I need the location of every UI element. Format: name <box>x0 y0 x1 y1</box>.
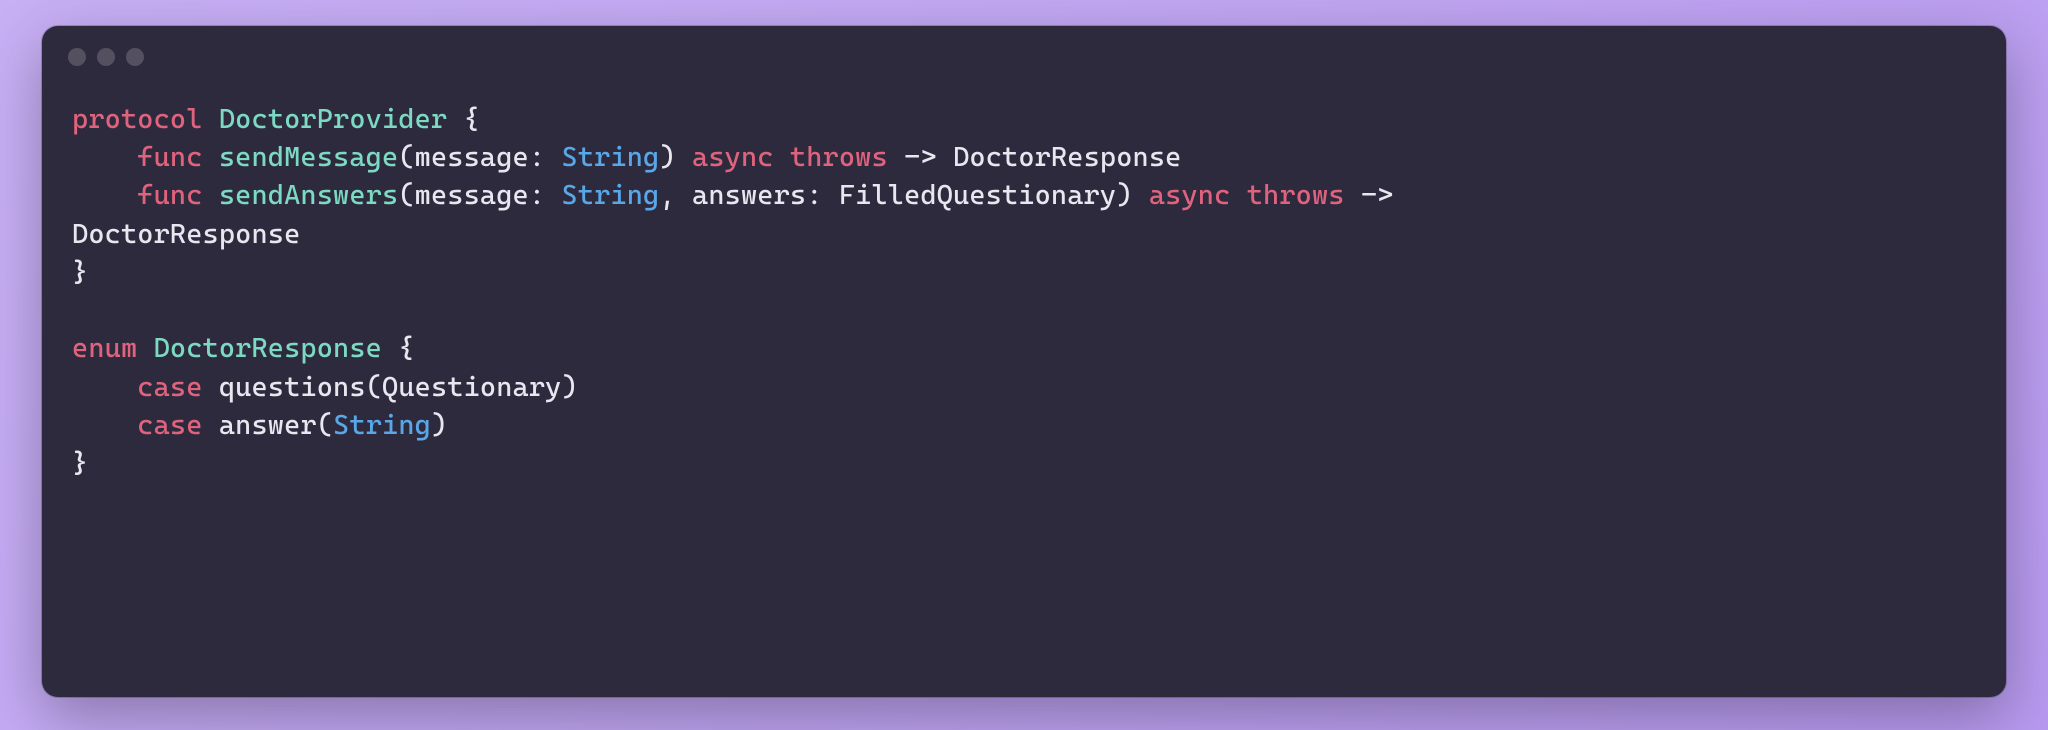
paren-close: ) <box>561 371 577 403</box>
paren-close: ) <box>659 141 692 173</box>
keyword-func: func <box>137 141 202 173</box>
indent <box>72 371 137 403</box>
param-label: message <box>415 141 529 173</box>
paren-close: ) <box>431 409 447 441</box>
indent <box>72 179 137 211</box>
keyword-case: case <box>137 371 202 403</box>
window-titlebar <box>42 26 2006 76</box>
type-name: DoctorProvider <box>219 103 447 135</box>
arrow: -> <box>1345 179 1410 211</box>
brace-open: { <box>382 332 415 364</box>
param-type: FilledQuestionary <box>839 179 1116 211</box>
code-window: protocol DoctorProvider { func sendMessa… <box>42 26 2006 697</box>
traffic-light-close-icon[interactable] <box>68 48 86 66</box>
keyword-enum: enum <box>72 332 137 364</box>
traffic-light-zoom-icon[interactable] <box>126 48 144 66</box>
traffic-light-minimize-icon[interactable] <box>97 48 115 66</box>
brace-close: } <box>72 447 88 479</box>
paren-open: ( <box>398 141 414 173</box>
paren-open: ( <box>317 409 333 441</box>
case-name: answer <box>219 409 317 441</box>
keyword-async: async <box>692 141 774 173</box>
case-name: questions <box>219 371 366 403</box>
colon: : <box>529 141 562 173</box>
arrow: -> <box>888 141 953 173</box>
keyword-throws: throws <box>1247 179 1345 211</box>
keyword-protocol: protocol <box>72 103 203 135</box>
keyword-async: async <box>1149 179 1231 211</box>
type-name: DoctorResponse <box>154 332 382 364</box>
param-label: answers <box>692 179 806 211</box>
keyword-func: func <box>137 179 202 211</box>
function-name: sendMessage <box>219 141 398 173</box>
brace-close: } <box>72 256 88 288</box>
indent <box>72 409 137 441</box>
paren-open: ( <box>398 179 414 211</box>
comma: , <box>659 179 692 211</box>
code-content: protocol DoctorProvider { func sendMessa… <box>42 76 2006 512</box>
brace-open: { <box>447 103 480 135</box>
paren-close: ) <box>1116 179 1149 211</box>
keyword-throws: throws <box>790 141 888 173</box>
return-type: DoctorResponse <box>953 141 1181 173</box>
param-label: message <box>415 179 529 211</box>
colon: : <box>529 179 562 211</box>
param-type: String <box>561 179 659 211</box>
function-name: sendAnswers <box>219 179 398 211</box>
assoc-type: String <box>333 409 431 441</box>
param-type: String <box>561 141 659 173</box>
colon: : <box>806 179 839 211</box>
indent <box>72 141 137 173</box>
paren-open: ( <box>366 371 382 403</box>
keyword-case: case <box>137 409 202 441</box>
space <box>774 141 790 173</box>
return-type: DoctorResponse <box>72 218 300 250</box>
assoc-type: Questionary <box>382 371 561 403</box>
space <box>1230 179 1246 211</box>
